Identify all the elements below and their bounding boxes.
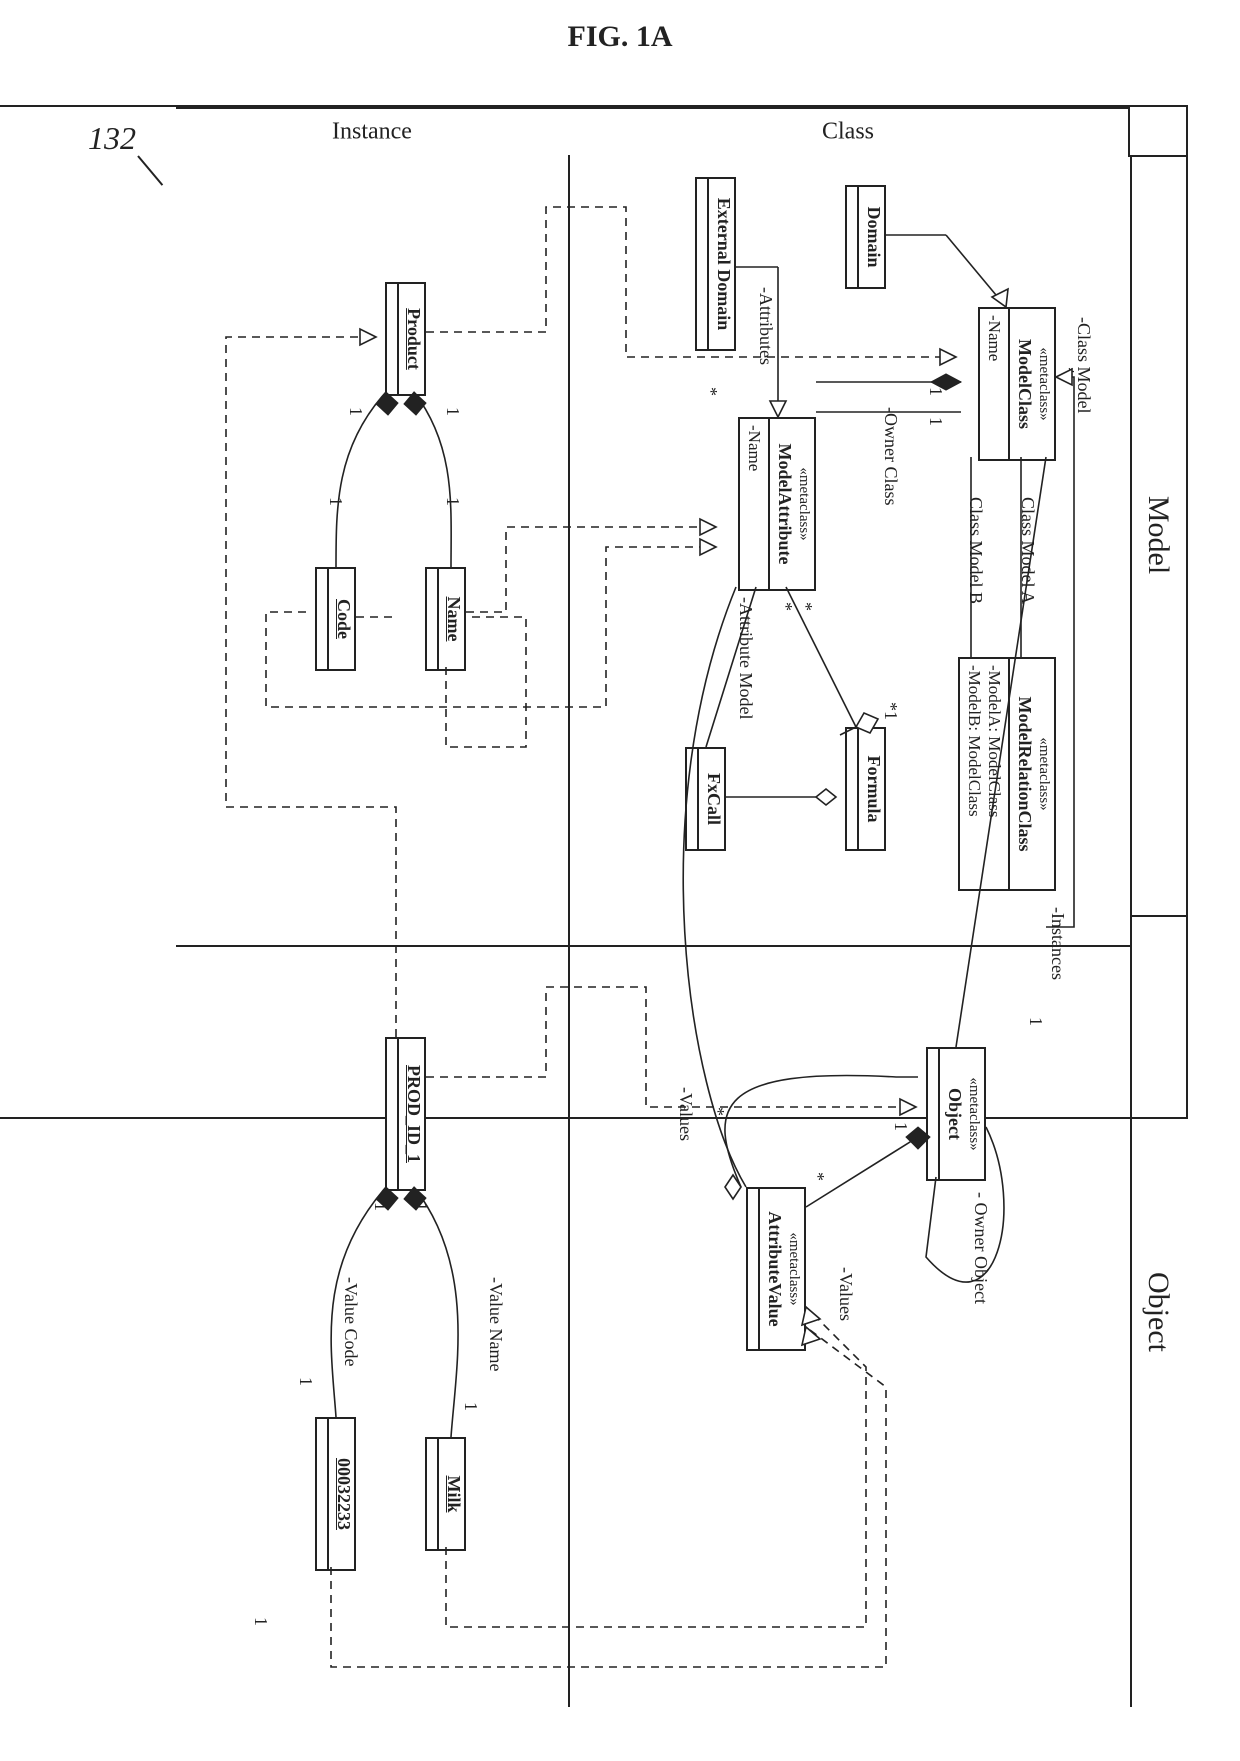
class-attributevalue: «metaclass» AttributeValue <box>746 1187 806 1351</box>
instance-product: Product <box>385 282 426 396</box>
m-one6: 1 <box>325 497 346 506</box>
m-one2: 1 <box>925 387 946 396</box>
lbl-classmodela: Class Model A <box>1017 497 1038 604</box>
m-star2: * <box>700 387 721 396</box>
class-externaldomain: External Domain <box>695 177 736 351</box>
lbl-classmodelb: Class Model B <box>965 497 986 604</box>
lbl-values: -Values <box>835 1267 856 1321</box>
lbl-classmodel: -Class Model <box>1073 317 1094 414</box>
m-star6: * <box>707 1107 728 1116</box>
m-one9: 1 <box>410 1202 431 1211</box>
instance-code-val: 00032233 <box>315 1417 356 1571</box>
m-one11: 1 <box>460 1402 481 1411</box>
m-one10: 1 <box>370 1202 391 1211</box>
col-model: Model <box>1130 155 1186 915</box>
figure-title: FIG. 1A <box>0 20 1240 54</box>
lbl-valuename: -Value Name <box>485 1277 506 1371</box>
class-domain: Domain <box>845 185 886 289</box>
m-star4: * <box>775 602 796 611</box>
lbl-values2: -Values <box>675 1087 696 1141</box>
instance-prodid: PROD_ID_1 <box>385 1037 426 1191</box>
row-class: Class <box>568 107 1130 155</box>
diagram-frame: Model Object Class Instance «metaclass» … <box>0 105 1188 1119</box>
m-one7: 1 <box>442 407 463 416</box>
lbl-valuecode: -Value Code <box>340 1277 361 1366</box>
class-modelrelationclass: «metaclass» ModelRelationClass -ModelA: … <box>958 657 1056 891</box>
m-star: * <box>1057 367 1078 376</box>
m-one4: 1 <box>890 1122 911 1131</box>
m-star5: * <box>807 1172 828 1181</box>
row-instance: Instance <box>176 107 568 155</box>
lbl-instances: -Instances <box>1047 907 1068 980</box>
m-one8: 1 <box>345 407 366 416</box>
lbl-ownerobject: - Owner Object <box>970 1192 991 1304</box>
m-one: 1 <box>1025 1017 1046 1026</box>
lbl-attrmodel: -Attribute Model <box>735 597 756 719</box>
m-one5: 1 <box>442 497 463 506</box>
class-modelattribute: «metaclass» ModelAttribute -Name <box>738 417 816 591</box>
m-one3: 1 <box>925 417 946 426</box>
instance-milk: Milk <box>425 1437 466 1551</box>
class-fxcall: FxCall <box>685 747 726 851</box>
lbl-ownerclass: -Owner Class <box>880 407 901 505</box>
class-modelclass: «metaclass» ModelClass -Name <box>978 307 1056 461</box>
class-formula: Formula <box>845 727 886 851</box>
instance-name: Name <box>425 567 466 671</box>
col-object: Object <box>1130 915 1186 1707</box>
instance-code: Code <box>315 567 356 671</box>
lbl-attributes: -Attributes <box>755 287 776 365</box>
m-one13: 1 <box>250 1617 271 1626</box>
m-one12: 1 <box>295 1377 316 1386</box>
m-star3: * <box>795 602 816 611</box>
class-object: «metaclass» Object <box>926 1047 986 1181</box>
m-starone: *1 <box>880 702 901 720</box>
